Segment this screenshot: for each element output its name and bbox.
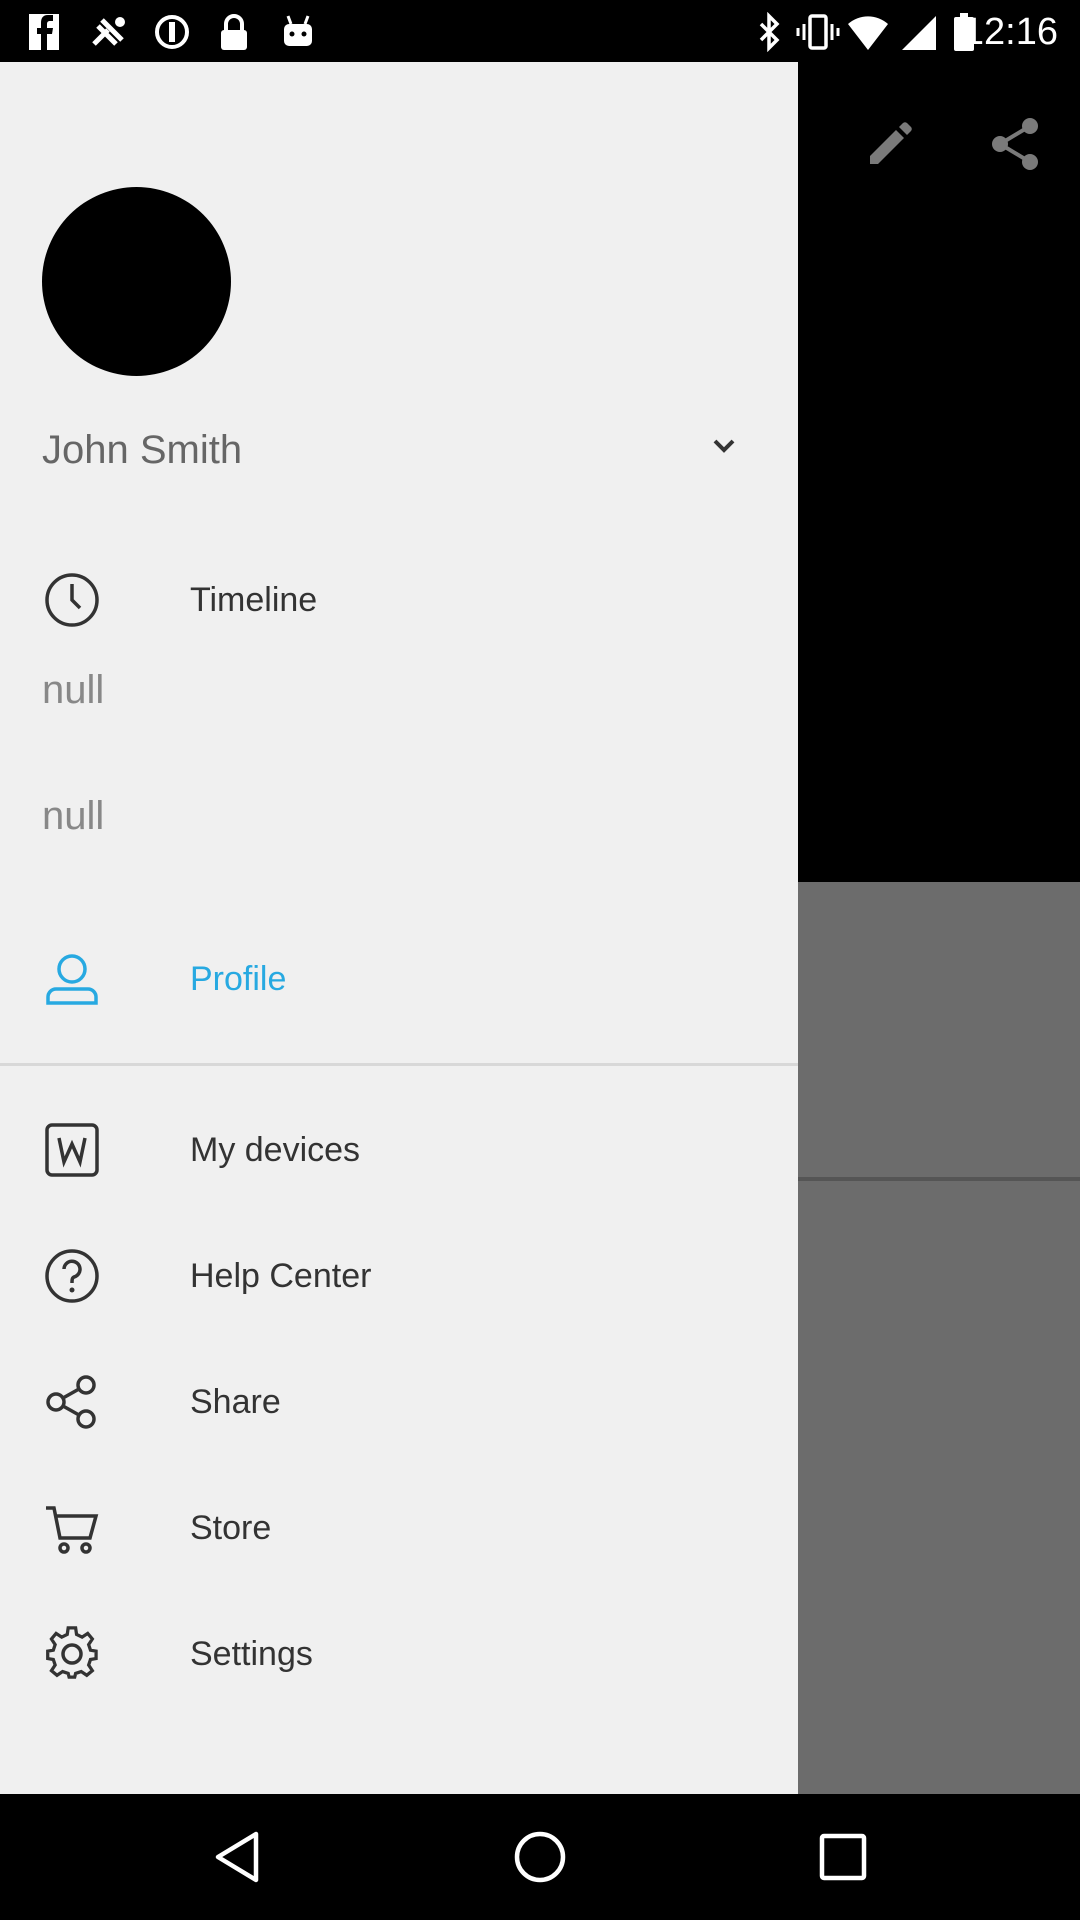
person-icon (42, 949, 102, 1009)
nav-item-profile[interactable]: Profile (0, 924, 798, 1034)
background-divider (798, 1177, 1080, 1181)
sync-icon (150, 10, 194, 54)
nav-item-label: Timeline (190, 581, 318, 619)
share-button[interactable] (978, 106, 1054, 182)
home-icon (514, 1831, 566, 1883)
nav-item-timeline[interactable]: Timeline (0, 545, 798, 655)
nav-item-label: Store (190, 1509, 272, 1547)
account-dropdown-button[interactable] (700, 422, 748, 470)
wifi-icon (846, 10, 890, 54)
gear-icon (42, 1624, 102, 1684)
null-text-2: null (42, 794, 105, 838)
bluetooth-icon (748, 10, 792, 54)
nav-item-label: Share (190, 1383, 281, 1421)
vibrate-icon (796, 10, 840, 54)
nav-item-label: Help Center (190, 1257, 372, 1295)
null-text-1: null (42, 668, 105, 712)
avatar[interactable] (42, 187, 231, 376)
signal-icon (896, 10, 940, 54)
lock-icon (212, 10, 256, 54)
back-icon (215, 1831, 259, 1883)
user-name: John Smith (42, 428, 243, 472)
nav-item-settings[interactable]: Settings (0, 1599, 798, 1709)
navigation-drawer: John Smith Timeline null null Profile My… (0, 62, 798, 1794)
status-time: 12:16 (962, 11, 1058, 53)
status-bar: 12:16 (0, 0, 1080, 62)
facebook-icon (22, 10, 66, 54)
clock-icon (42, 570, 102, 630)
fake-gps-icon (88, 10, 132, 54)
back-button[interactable] (202, 1822, 272, 1892)
home-button[interactable] (505, 1822, 575, 1892)
share-icon (992, 118, 1038, 170)
recents-icon (819, 1833, 867, 1881)
nav-item-label: Profile (190, 960, 287, 998)
nav-item-my-devices[interactable]: My devices (0, 1095, 798, 1205)
share-icon (42, 1372, 102, 1432)
android-icon (276, 10, 320, 54)
pencil-icon (870, 122, 912, 164)
system-nav-bar (0, 1794, 1080, 1920)
drawer-divider (0, 1063, 798, 1066)
chevron-down-icon (713, 439, 735, 453)
nav-item-share[interactable]: Share (0, 1347, 798, 1457)
nav-item-label: Settings (190, 1635, 313, 1673)
edit-button[interactable] (852, 106, 928, 182)
cart-icon (42, 1498, 102, 1558)
nav-item-label: My devices (190, 1131, 361, 1169)
watch-w-icon (42, 1120, 102, 1180)
nav-item-store[interactable]: Store (0, 1473, 798, 1583)
help-icon (42, 1246, 102, 1306)
recents-button[interactable] (808, 1822, 878, 1892)
nav-item-help-center[interactable]: Help Center (0, 1221, 798, 1331)
